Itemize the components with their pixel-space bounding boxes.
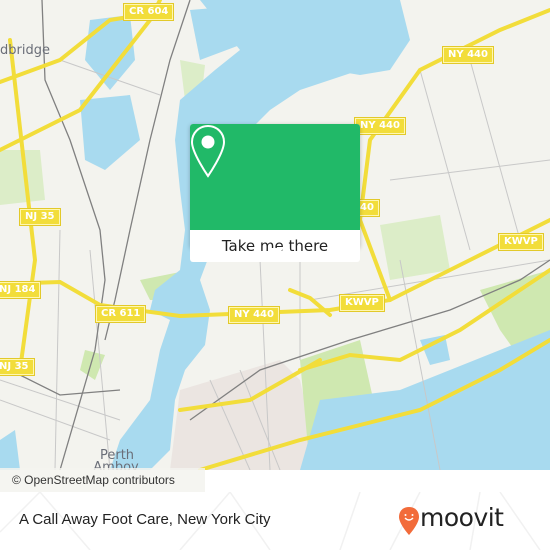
take-me-there-button[interactable]: Take me there (190, 230, 360, 262)
road-shield-kwvp-interchange: KWVP (339, 294, 385, 312)
water (85, 15, 135, 90)
road-shield-cr-611: CR 611 (94, 305, 147, 323)
moovit-pin-icon (399, 507, 419, 535)
road-shield-nj-35-south: NJ 35 (0, 358, 35, 376)
road-shield-ny-440-bridge: NY 440 (228, 306, 280, 324)
water (420, 335, 450, 365)
popup-pointer (268, 248, 284, 256)
road-shield-nj-184: NJ 184 (0, 281, 42, 299)
map[interactable]: dbridge Perth Amboy CR 604 NY 440 NY 440… (0, 0, 550, 470)
moovit-logo[interactable]: moovit (398, 501, 528, 541)
park (380, 215, 450, 280)
footer: A Call Away Foot Care, New York City moo… (0, 492, 550, 550)
road-shield-cr-604: CR 604 (122, 3, 175, 21)
map-attribution[interactable]: © OpenStreetMap contributors (0, 468, 205, 492)
location-title: A Call Away Foot Care, New York City (19, 511, 271, 528)
water (80, 95, 140, 170)
road-shield-ny-440-north: NY 440 (442, 46, 494, 64)
popup-header[interactable] (190, 124, 360, 230)
moovit-wordmark: moovit (420, 503, 504, 532)
urban-area (170, 360, 320, 470)
water (320, 0, 410, 75)
road-shield-nj-35-north: NJ 35 (19, 208, 61, 226)
place-label-woodbridge: dbridge (0, 43, 50, 58)
road-shield-ny-440-mid: NY 440 (354, 117, 406, 135)
map-pin-icon (190, 124, 226, 178)
water (0, 430, 20, 470)
road-shield-kwvp-east: KWVP (498, 233, 544, 251)
location-popup[interactable]: Take me there (190, 124, 360, 262)
